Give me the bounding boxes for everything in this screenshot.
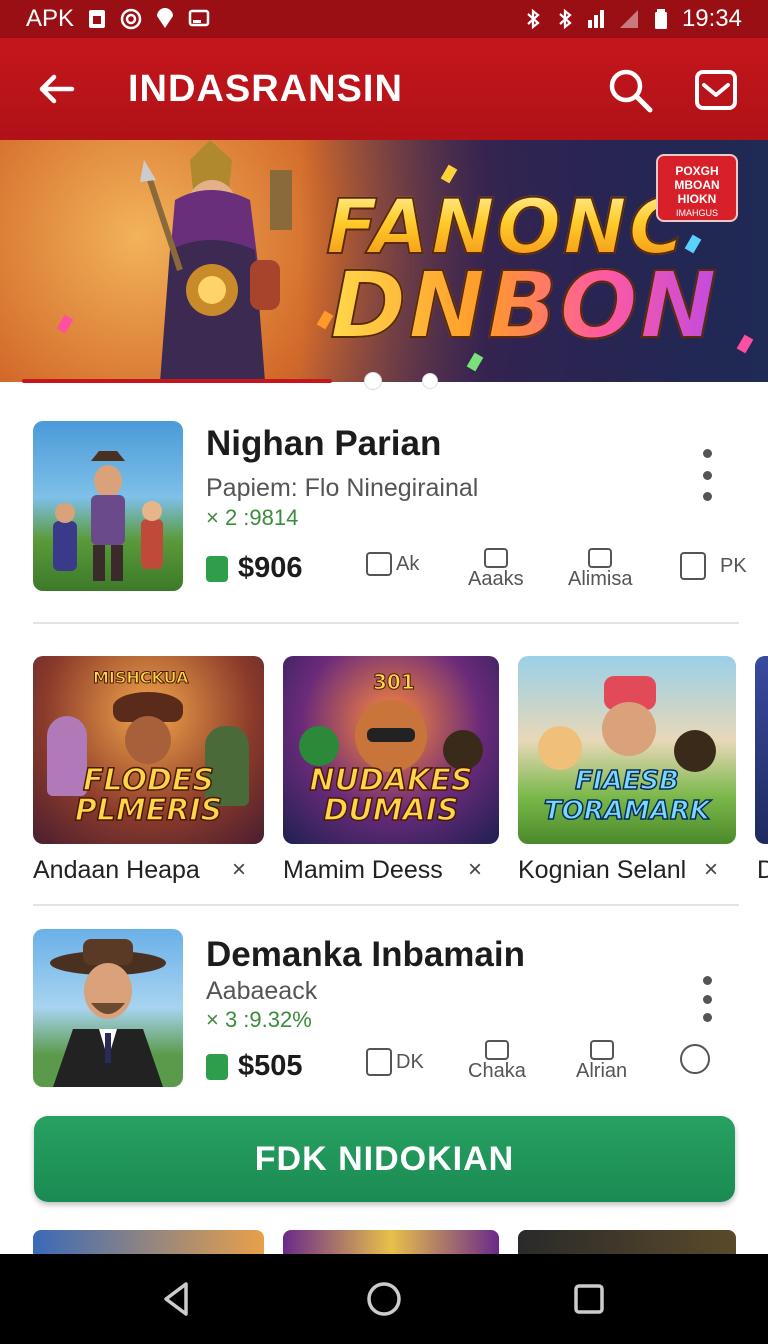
carousel-card[interactable]: MISHCKUA FLODES PLMERIS	[33, 656, 264, 844]
share-icon	[588, 548, 613, 568]
app-title: INDASRANSIN	[128, 67, 403, 110]
banner-page-dot[interactable]	[422, 373, 438, 389]
app-price: $906	[238, 552, 303, 584]
more-options-icon[interactable]	[700, 976, 714, 1022]
card-caption: Mamim Deess	[283, 856, 443, 884]
app-thumbnail	[33, 929, 183, 1087]
carousel-card[interactable]: FIAESB TORAMARK	[518, 656, 736, 844]
card-art-title: NUDAKES DUMAIS	[309, 763, 473, 828]
divider	[33, 622, 739, 624]
action-alrian[interactable]: Alrian	[576, 1040, 627, 1083]
carousel-card[interactable]	[33, 1230, 264, 1256]
cell-signal-icon	[619, 10, 638, 28]
carousel-card[interactable]	[755, 656, 768, 844]
carousel-card[interactable]	[283, 1230, 499, 1256]
sim-icon	[89, 10, 106, 28]
app-name: Nighan Parian	[206, 424, 442, 463]
primary-cta-button[interactable]: FDK NIDOKIAN	[34, 1116, 735, 1202]
carrier-label: APK	[26, 5, 75, 32]
more-options-icon[interactable]	[700, 449, 714, 501]
banner-badge: POXGH MBOAN HIOKN IMAHGUS	[656, 154, 738, 222]
action-ak[interactable]: Ak	[366, 552, 419, 576]
bluetooth-icon	[527, 8, 540, 30]
system-nav-bar	[0, 1254, 768, 1344]
card-art-title: FIAESB TORAMARK	[543, 765, 711, 827]
price-tag-icon	[206, 1054, 228, 1080]
briefcase-icon	[589, 1040, 614, 1060]
close-icon[interactable]: ×	[232, 856, 246, 884]
battery-icon	[654, 9, 667, 29]
price-tag-icon	[206, 556, 228, 582]
action-pk[interactable]: PK	[680, 552, 747, 580]
info-circle-icon	[680, 1044, 710, 1074]
status-bar: APK 19:34	[0, 0, 768, 38]
app-subtitle: Papiem: Flo Ninegirainal	[206, 474, 479, 502]
promo-banner[interactable]: FANONC DNBON POXGH MBOAN HIOKN IMAHGUS	[0, 140, 768, 382]
app-rating: × 2 :9814	[206, 505, 299, 530]
back-button[interactable]	[30, 63, 82, 115]
app-subtitle: Aabaeack	[206, 977, 318, 1005]
app-rating: × 3 :9.32%	[206, 1007, 312, 1032]
window-icon	[484, 1040, 509, 1060]
info-icon	[680, 552, 706, 580]
action-alimisa[interactable]: Alimisa	[568, 548, 632, 591]
card-caption: D	[757, 856, 768, 884]
circle-home-icon[interactable]	[361, 1276, 407, 1322]
app-price: $505	[238, 1050, 303, 1082]
square-recents-icon[interactable]	[566, 1276, 612, 1322]
signal-icon	[587, 10, 604, 28]
action-dk[interactable]: DK	[366, 1048, 424, 1076]
carousel-card[interactable]: 301 NUDAKES DUMAIS	[283, 656, 499, 844]
banner-page-dot[interactable]	[364, 372, 382, 390]
card-caption: Andaan Heapa	[33, 856, 200, 884]
bluetooth-alt-icon	[559, 8, 572, 30]
location-icon	[157, 8, 174, 28]
banner-progress	[22, 379, 332, 383]
action-info[interactable]	[680, 1044, 710, 1074]
warrior-hero-art	[140, 140, 292, 382]
banner-headline-2: DNBON	[329, 251, 719, 360]
divider	[33, 904, 739, 906]
box-icon	[366, 552, 392, 576]
close-icon[interactable]: ×	[704, 856, 718, 884]
target-icon	[120, 8, 142, 30]
app-thumbnail	[33, 421, 183, 591]
carousel-card[interactable]	[518, 1230, 736, 1256]
card-caption: Kognian Selanl	[518, 856, 687, 884]
clock: 19:34	[681, 5, 742, 32]
app-name: Demanka Inbamain	[206, 935, 525, 974]
arrow-left-icon	[39, 74, 75, 104]
mail-icon[interactable]	[692, 66, 740, 114]
action-aaaks[interactable]: Aaaks	[468, 548, 524, 591]
triangle-back-icon[interactable]	[154, 1276, 200, 1322]
card-art-title: FLODES PLMERIS	[74, 763, 223, 828]
search-icon[interactable]	[604, 64, 656, 116]
app-bar: INDASRANSIN	[0, 38, 768, 140]
info-icon	[366, 1048, 392, 1076]
cast-icon	[188, 9, 210, 27]
action-chaka[interactable]: Chaka	[468, 1040, 526, 1083]
close-icon[interactable]: ×	[468, 856, 482, 884]
window-icon	[483, 548, 508, 568]
